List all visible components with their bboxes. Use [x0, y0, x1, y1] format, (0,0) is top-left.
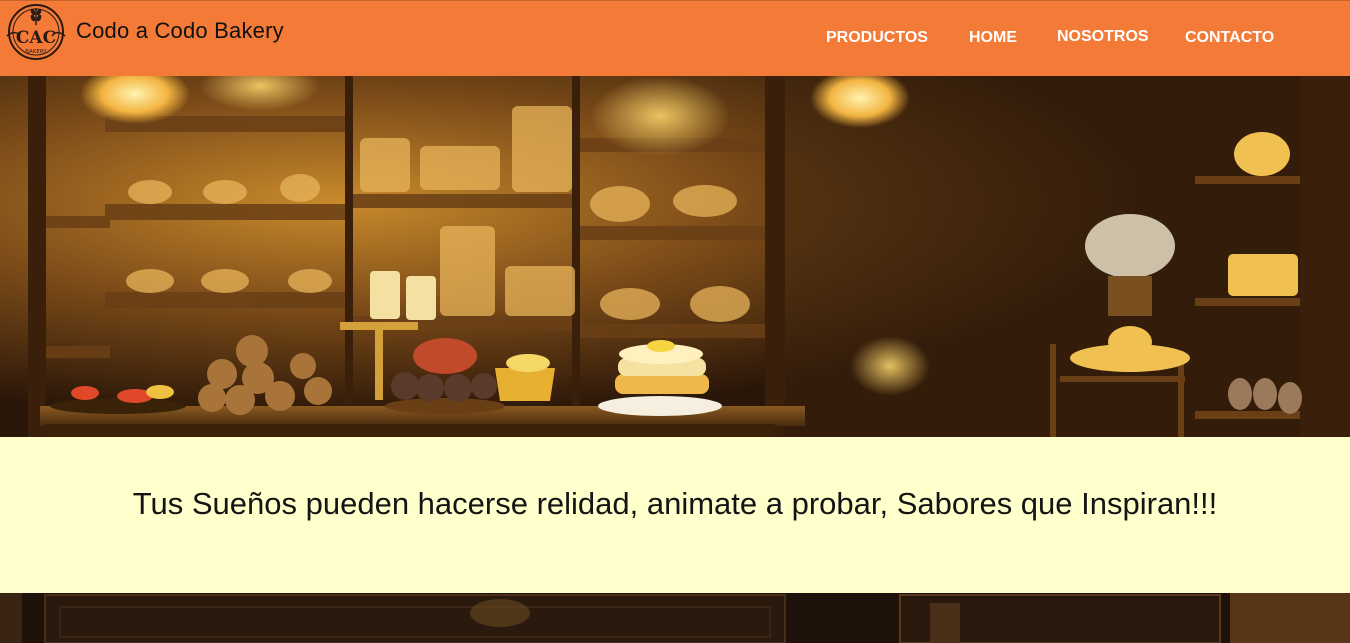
brand-name[interactable]: Codo a Codo Bakery	[76, 18, 284, 44]
shop-furniture-photo	[0, 593, 1350, 643]
cac-bakery-logo[interactable]: CAC BAKERY	[3, 3, 69, 61]
nav-link-contacto[interactable]: CONTACTO	[1185, 29, 1274, 47]
bakery-shop-interior-photo	[0, 76, 1350, 437]
site-header: CAC BAKERY Codo a Codo Bakery PRODUCTOS …	[0, 0, 1350, 76]
hero-banner-image	[0, 76, 1350, 437]
wheat-logo-icon: CAC BAKERY	[6, 4, 66, 60]
tagline-text: Tus Sueños pueden hacerse relidad, anima…	[132, 486, 1218, 521]
nav-link-home[interactable]: HOME	[969, 29, 1017, 47]
nav-link-nosotros[interactable]: NOSOTROS	[1057, 28, 1149, 46]
lower-background-image	[0, 593, 1350, 643]
logo-initials: CAC	[16, 28, 56, 48]
nav-link-productos[interactable]: PRODUCTOS	[826, 29, 928, 47]
logo-caption: BAKERY	[25, 49, 47, 55]
